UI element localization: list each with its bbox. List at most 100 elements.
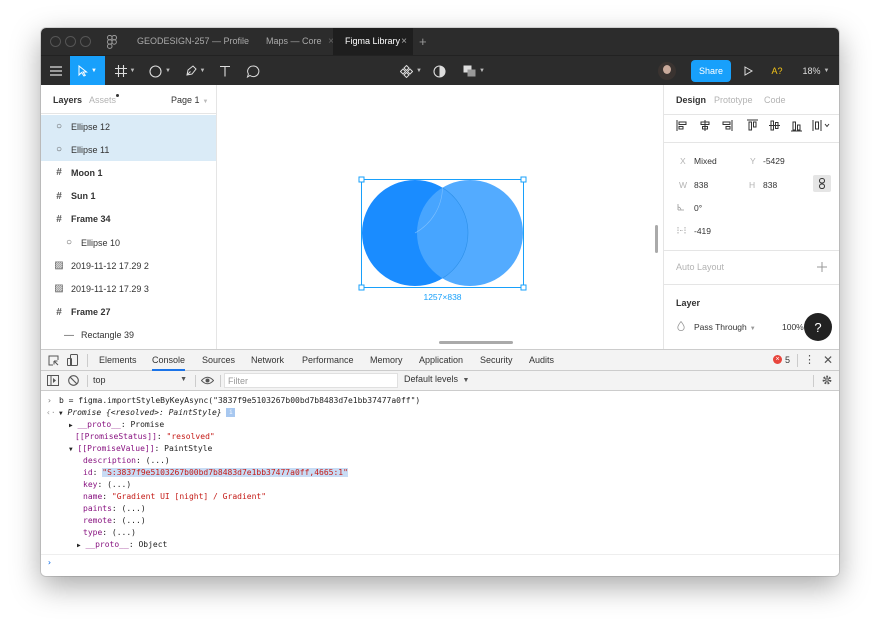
paint-style-field-description[interactable]: description: (...)	[83, 456, 170, 465]
devtools-tab-console[interactable]: Console	[152, 350, 186, 371]
align-top-icon[interactable]	[747, 119, 758, 131]
layer-item[interactable]: # Frame 27	[41, 301, 216, 324]
blend-mode-select[interactable]: Pass Through ▼	[694, 322, 756, 332]
devtools-tab-application[interactable]: Application	[419, 350, 463, 371]
figma-logo-icon[interactable]	[107, 35, 117, 49]
tab-layers[interactable]: Layers	[53, 95, 82, 105]
opacity-input[interactable]: 100%	[782, 322, 804, 332]
sidebar-toggle-icon[interactable]	[47, 375, 59, 386]
help-button[interactable]: ?	[804, 313, 832, 341]
avatar[interactable]	[658, 62, 676, 80]
layer-item[interactable]: # Sun 1	[41, 185, 216, 208]
paint-style-field-remote[interactable]: remote: (...)	[83, 516, 146, 525]
console-prompt-input[interactable]: ›	[47, 558, 52, 567]
close-tab-icon[interactable]: ×	[401, 28, 407, 55]
vertical-scrollbar[interactable]	[655, 225, 658, 253]
layer-item[interactable]: # Frame 34	[41, 208, 216, 231]
tab-figma-library[interactable]: Figma Library ×	[333, 28, 413, 55]
paint-style-field-key[interactable]: key: (...)	[83, 480, 131, 489]
new-tab-button[interactable]: +	[419, 34, 427, 49]
more-options-icon[interactable]: ⋮	[804, 350, 815, 371]
rotation-input[interactable]: 0°	[694, 203, 702, 213]
resize-handle-tl[interactable]	[358, 176, 365, 183]
components-button[interactable]: ▼	[397, 56, 425, 86]
proto-row[interactable]: ▶ __proto__: Promise	[69, 420, 164, 429]
log-levels-select[interactable]: Default levels ▼	[404, 374, 469, 384]
pen-tool-button[interactable]: ▼	[179, 56, 211, 86]
minimize-window-button[interactable]	[65, 36, 76, 47]
shape-tool-button[interactable]: ▼	[144, 56, 176, 86]
zoom-menu[interactable]: 18% ▼	[799, 56, 833, 86]
x-value-input[interactable]: Mixed	[694, 156, 717, 166]
layer-item[interactable]: ○ Ellipse 11	[41, 138, 216, 162]
align-right-icon[interactable]	[722, 120, 733, 131]
page-selector[interactable]: Page 1 ▼	[171, 95, 208, 105]
align-left-icon[interactable]	[676, 120, 687, 131]
paint-style-field-paints[interactable]: paints: (...)	[83, 504, 146, 513]
devtools-tab-security[interactable]: Security	[480, 350, 513, 371]
resize-handle-br[interactable]	[520, 284, 527, 291]
devtools-tab-audits[interactable]: Audits	[529, 350, 554, 371]
layer-item[interactable]: # Moon 1	[41, 161, 216, 184]
eye-icon[interactable]	[201, 376, 214, 385]
align-bottom-icon[interactable]	[791, 121, 802, 132]
inspect-element-icon[interactable]	[48, 355, 59, 366]
paint-style-field-id[interactable]: id: "S:3837f9e5103267b00bd7b8483d7e1bb37…	[83, 468, 348, 477]
layer-item[interactable]: — Rectangle 39	[41, 324, 216, 347]
tab-geodesign[interactable]: GEODESIGN-257 — Profile ×	[125, 28, 253, 55]
tab-prototype[interactable]: Prototype	[714, 95, 753, 105]
clear-console-icon[interactable]	[68, 375, 79, 386]
proto-object-row[interactable]: ▶ __proto__: Object	[77, 540, 167, 549]
close-tab-icon[interactable]: ×	[241, 28, 247, 55]
ellipse-11[interactable]	[417, 180, 523, 286]
context-select[interactable]: top ▼	[91, 373, 189, 388]
device-toolbar-icon[interactable]	[67, 354, 78, 366]
close-window-button[interactable]	[50, 36, 61, 47]
comment-tool-button[interactable]	[241, 56, 265, 86]
resize-handle-bl[interactable]	[358, 284, 365, 291]
distribute-icon[interactable]	[812, 120, 830, 131]
maximize-window-button[interactable]	[80, 36, 91, 47]
tab-design[interactable]: Design	[676, 95, 706, 105]
devtools-tab-elements[interactable]: Elements	[99, 350, 137, 371]
align-horizontal-center-icon[interactable]	[700, 120, 710, 131]
main-menu-button[interactable]	[41, 56, 70, 86]
devtools-tab-network[interactable]: Network	[251, 350, 284, 371]
w-value-input[interactable]: 838	[694, 180, 708, 190]
layer-item[interactable]: ▨ 2019-11-12 17.29 3	[41, 277, 216, 300]
paint-style-field-name[interactable]: name: "Gradient UI [night] / Gradient"	[83, 492, 266, 501]
boolean-button[interactable]: ▼	[459, 56, 489, 86]
horizontal-scrollbar[interactable]	[439, 341, 513, 344]
resize-handle-tr[interactable]	[520, 176, 527, 183]
promise-value-row[interactable]: ▼ [[PromiseValue]]: PaintStyle	[69, 444, 212, 453]
canvas[interactable]: 1257×838	[217, 85, 663, 349]
layer-item[interactable]: ▨ 2019-11-12 17.29 2	[41, 254, 216, 277]
present-button[interactable]	[739, 56, 757, 86]
info-icon[interactable]: i	[226, 408, 236, 417]
share-button[interactable]: Share	[691, 60, 731, 82]
error-icon[interactable]: ×	[773, 355, 782, 364]
filter-input[interactable]: Filter	[224, 373, 398, 388]
settings-gear-icon[interactable]	[821, 374, 833, 386]
devtools-tab-memory[interactable]: Memory	[370, 350, 403, 371]
corner-radius-input[interactable]: -419	[694, 226, 711, 236]
constrain-proportions-button[interactable]	[813, 175, 831, 192]
promise-result[interactable]: ▼ Promise {<resolved>: PaintStyle} i	[59, 408, 236, 417]
tab-maps-core[interactable]: Maps — Core ×	[254, 28, 340, 55]
paint-style-field-type[interactable]: type: (...)	[83, 528, 136, 537]
tab-assets[interactable]: Assets	[89, 95, 116, 105]
frame-tool-button[interactable]: ▼	[109, 56, 141, 86]
move-tool-button[interactable]: ▼	[70, 56, 105, 86]
layer-item[interactable]: ○ Ellipse 12	[41, 115, 216, 138]
align-vertical-center-icon[interactable]	[769, 120, 780, 131]
devtools-tab-sources[interactable]: Sources	[202, 350, 235, 371]
text-tool-button[interactable]	[214, 56, 236, 86]
tab-code[interactable]: Code	[764, 95, 786, 105]
y-value-input[interactable]: -5429	[763, 156, 785, 166]
layer-item[interactable]: ○ Ellipse 10	[41, 231, 216, 254]
mask-button[interactable]	[428, 56, 450, 86]
error-count[interactable]: 5	[785, 350, 790, 371]
h-value-input[interactable]: 838	[763, 180, 777, 190]
add-auto-layout-icon[interactable]	[817, 262, 827, 272]
devtools-tab-performance[interactable]: Performance	[302, 350, 354, 371]
